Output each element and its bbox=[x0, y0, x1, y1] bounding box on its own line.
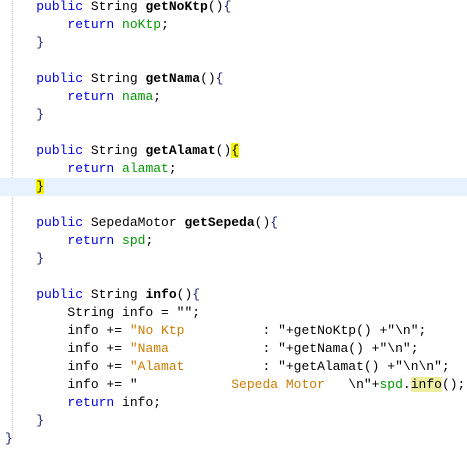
brace: } bbox=[5, 431, 13, 446]
string-literal: "Nama bbox=[129, 341, 263, 356]
method-name: getAlamat bbox=[145, 143, 216, 158]
keyword: public bbox=[36, 215, 84, 230]
brace: { bbox=[215, 71, 224, 86]
code-text: ; bbox=[161, 17, 169, 32]
code-text: : "+getNoKtp() +"\n"; bbox=[262, 323, 427, 338]
code-text: ; bbox=[145, 233, 154, 248]
code-text: info += " bbox=[67, 377, 138, 392]
brace: } bbox=[36, 413, 45, 428]
brace: } bbox=[36, 251, 45, 266]
code-line[interactable]: return noKtp; bbox=[0, 16, 467, 34]
code-text: . bbox=[402, 377, 411, 392]
code-line[interactable] bbox=[0, 196, 467, 214]
keyword: return bbox=[67, 233, 115, 248]
code-text: () bbox=[176, 287, 193, 302]
brace: { bbox=[223, 0, 232, 14]
code-line[interactable]: public SepedaMotor getSepeda(){ bbox=[0, 214, 467, 232]
method-name: getNama bbox=[145, 71, 201, 86]
matched-brace-highlight: } bbox=[36, 179, 45, 194]
keyword: return bbox=[67, 17, 115, 32]
code-text: info += bbox=[67, 341, 130, 356]
string-literal: "Alamat bbox=[129, 359, 263, 374]
code-text: : "+getAlamat() +"\n\n"; bbox=[262, 359, 450, 374]
code-line[interactable]: return alamat; bbox=[0, 160, 467, 178]
code-text: ; bbox=[168, 161, 177, 176]
field-ref: alamat bbox=[122, 161, 169, 176]
code-line[interactable]: public String getAlamat(){ bbox=[0, 142, 467, 160]
brace: { bbox=[192, 287, 201, 302]
code-line[interactable] bbox=[0, 268, 467, 286]
code-line[interactable]: public String getNoKtp(){ bbox=[0, 0, 467, 16]
code-text: info += bbox=[67, 359, 130, 374]
keyword: return bbox=[67, 395, 115, 410]
code-text: () bbox=[254, 215, 271, 230]
occurrence-highlight: info bbox=[410, 377, 442, 392]
method-name: getSepeda bbox=[184, 215, 255, 230]
keyword: public bbox=[36, 71, 84, 86]
code-text: ; bbox=[153, 89, 162, 104]
field-ref: spd bbox=[122, 233, 146, 248]
code-text: () bbox=[207, 0, 224, 14]
code-line-current[interactable]: } bbox=[0, 178, 467, 196]
string-literal: "No Ktp bbox=[129, 323, 263, 338]
code-line[interactable] bbox=[0, 124, 467, 142]
keyword: public bbox=[36, 0, 84, 14]
code-line[interactable]: public String getNama(){ bbox=[0, 70, 467, 88]
code-line[interactable]: } bbox=[0, 430, 467, 448]
code-text: String bbox=[83, 0, 146, 14]
code-text: info += bbox=[67, 323, 130, 338]
brace: } bbox=[36, 35, 45, 50]
code-line[interactable]: return info; bbox=[0, 394, 467, 412]
keyword: public bbox=[36, 143, 84, 158]
code-line[interactable]: } bbox=[0, 412, 467, 430]
code-line[interactable]: info += "Nama : "+getNama() +"\n"; bbox=[0, 340, 467, 358]
method-name: info bbox=[145, 287, 177, 302]
code-text: \n"+ bbox=[348, 377, 380, 392]
code-text: () bbox=[215, 143, 232, 158]
method-name: getNoKtp bbox=[145, 0, 208, 14]
field-ref: spd bbox=[379, 377, 403, 392]
code-line[interactable]: } bbox=[0, 250, 467, 268]
keyword: return bbox=[67, 89, 115, 104]
code-text: : "+getNama() +"\n"; bbox=[262, 341, 419, 356]
code-line[interactable] bbox=[0, 52, 467, 70]
code-editor[interactable]: public String getNoKtp(){ return noKtp; … bbox=[0, 0, 467, 448]
field-ref: noKtp bbox=[122, 17, 162, 32]
field-ref: nama bbox=[122, 89, 154, 104]
code-line[interactable]: return spd; bbox=[0, 232, 467, 250]
code-line[interactable]: } bbox=[0, 106, 467, 124]
code-line[interactable]: info += "Alamat : "+getAlamat() +"\n\n"; bbox=[0, 358, 467, 376]
code-text: info; bbox=[114, 395, 162, 410]
code-text: String bbox=[83, 71, 146, 86]
brace: } bbox=[36, 107, 45, 122]
string-literal: Sepeda Motor bbox=[137, 377, 349, 392]
code-line[interactable]: info += "No Ktp : "+getNoKtp() +"\n"; bbox=[0, 322, 467, 340]
keyword: return bbox=[67, 161, 115, 176]
code-text: (); bbox=[441, 377, 466, 392]
matched-brace-highlight: { bbox=[231, 143, 240, 158]
code-line[interactable]: public String info(){ bbox=[0, 286, 467, 304]
code-text: String info = ""; bbox=[67, 305, 201, 320]
code-line[interactable]: String info = ""; bbox=[0, 304, 467, 322]
keyword: public bbox=[36, 287, 84, 302]
brace: { bbox=[270, 215, 279, 230]
code-line[interactable]: return nama; bbox=[0, 88, 467, 106]
code-text: () bbox=[200, 71, 216, 86]
code-line[interactable]: } bbox=[0, 34, 467, 52]
code-text: SepedaMotor bbox=[83, 215, 185, 230]
code-text: String bbox=[83, 143, 146, 158]
code-line[interactable]: info += " Sepeda Motor \n"+spd.info(); bbox=[0, 376, 467, 394]
code-lines[interactable]: public String getNoKtp(){ return noKtp; … bbox=[0, 0, 467, 448]
code-text: String bbox=[83, 287, 146, 302]
